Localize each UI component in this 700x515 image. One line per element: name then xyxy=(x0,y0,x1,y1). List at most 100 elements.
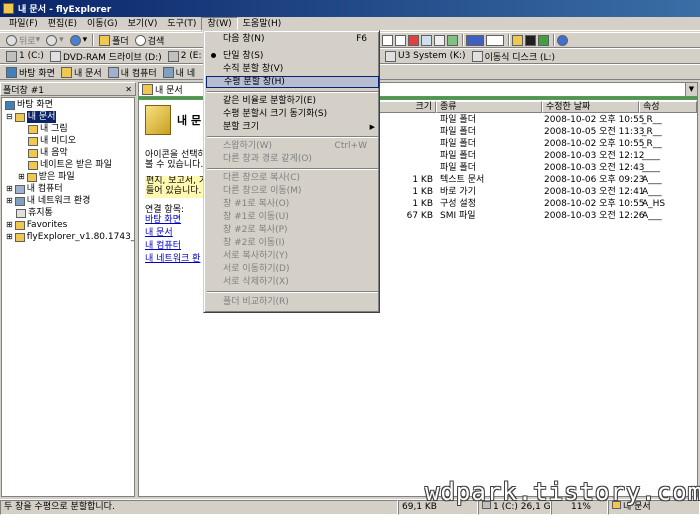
link-desktop[interactable]: 바탕 화면 xyxy=(3,65,58,79)
folder-icon xyxy=(14,220,25,230)
tree-item[interactable]: ⊞ 내 컴퓨터 xyxy=(6,183,63,195)
menu-item-single-window[interactable]: 단일 창(S) xyxy=(206,50,379,62)
table-row[interactable]: 1 KB 바로 가기 2008-10-03 오전 12:41 A___ xyxy=(379,186,697,198)
menu-file[interactable]: 파일(F) xyxy=(4,17,43,31)
menu-go[interactable]: 이동(G) xyxy=(82,17,123,31)
menu-item-delete-each[interactable]: 서로 삭제하기(X) xyxy=(206,276,379,288)
menu-item-vertical-split[interactable]: 수직 분할 창(V) xyxy=(206,63,379,75)
folder-icon xyxy=(26,172,37,182)
related-heading: 연결 항목: xyxy=(145,205,185,215)
menu-tools[interactable]: 도구(T) xyxy=(162,17,201,31)
copy-icon[interactable] xyxy=(382,34,393,46)
desktop-icon xyxy=(5,100,15,110)
tree-item[interactable]: 네이트온 받은 파일 xyxy=(28,159,112,171)
tree-item[interactable]: ⊞ 내 네트워크 환경 xyxy=(6,195,90,207)
cmd-icon[interactable] xyxy=(525,34,536,46)
menu-item-sync-size[interactable]: 수평 분할시 크기 동기화(S) xyxy=(206,108,379,120)
menu-item-copy-to-other[interactable]: 다른 창으로 복사(C) xyxy=(206,172,379,184)
drive-d[interactable]: DVD-RAM 드라이브 (D:) xyxy=(47,49,165,63)
drive-c[interactable]: 1 (C:) xyxy=(3,49,47,63)
menu-window[interactable]: 창(W) xyxy=(201,16,238,31)
menu-item-copy-to-1[interactable]: 창 #1로 복사(O) xyxy=(206,198,379,210)
up-button[interactable]: ▾ xyxy=(67,33,91,47)
tree-item[interactable]: 휴지통 xyxy=(16,207,53,219)
network-icon[interactable] xyxy=(447,34,458,46)
menu-item-move-each[interactable]: 서로 이동하기(D) xyxy=(206,263,379,275)
menu-item-copy-each[interactable]: 서로 복사하기(Y) xyxy=(206,250,379,262)
tree-item[interactable]: ⊟ 내 문서 xyxy=(6,111,57,123)
tree-item[interactable]: ⊞ Favorites xyxy=(6,219,67,231)
hard-drive-icon xyxy=(167,50,179,62)
menu-separator xyxy=(207,91,378,93)
column-date[interactable]: 수정한 날짜 xyxy=(542,101,639,113)
task-pane-desc: 아이콘을 선택하 xyxy=(145,150,206,160)
table-row[interactable]: 67 KB SMI 파일 2008-10-03 오전 12:26 A___ xyxy=(379,210,697,222)
related-link[interactable]: 내 문서 xyxy=(145,228,173,238)
tree-item[interactable]: 내 그림 xyxy=(28,123,68,135)
new-folder-icon[interactable] xyxy=(512,34,523,46)
menu-separator xyxy=(207,291,378,293)
chevron-down-icon[interactable]: ▼ xyxy=(685,83,697,96)
windows-icon[interactable] xyxy=(538,34,549,46)
menu-item-move-to-1[interactable]: 창 #1로 이동(U) xyxy=(206,211,379,223)
view-mode-icon[interactable] xyxy=(466,34,484,46)
forward-button[interactable]: ▾ xyxy=(43,33,67,47)
table-row[interactable]: 파일 폴더 2008-10-02 오후 10:55 _R__ xyxy=(379,138,697,150)
submenu-arrow-icon: ▶ xyxy=(369,123,375,131)
menu-item-next-window[interactable]: 다음 창(N) F6 xyxy=(206,33,379,45)
column-size[interactable]: 크기 xyxy=(379,101,436,113)
move-icon[interactable] xyxy=(395,34,406,46)
folder-button[interactable]: 폴더 xyxy=(96,33,132,47)
menu-item-split-size[interactable]: 분할 크기 ▶ xyxy=(206,121,379,133)
table-row[interactable]: 파일 폴더 2008-10-03 오전 12:43 ____ xyxy=(379,162,697,174)
link-my-computer[interactable]: 내 컴퓨터 xyxy=(105,65,160,79)
network-icon xyxy=(162,66,174,78)
search-button[interactable]: 검색 xyxy=(132,33,168,47)
dvd-drive-icon xyxy=(49,50,61,62)
tree-item[interactable]: 내 음악 xyxy=(28,147,68,159)
menu-help[interactable]: 도움말(H) xyxy=(238,17,287,31)
delete-icon[interactable] xyxy=(408,34,419,46)
address-value: 내 문서 xyxy=(155,86,183,96)
tree-item[interactable]: ⊞flyExplorer_v1.80.1743_port xyxy=(6,231,134,243)
table-row[interactable]: 파일 폴더 2008-10-03 오전 12:12 ____ xyxy=(379,150,697,162)
menu-item-equal-split[interactable]: 같은 비율로 분할하기(E) xyxy=(206,95,379,107)
related-link[interactable]: 내 네트워크 환 xyxy=(145,254,200,264)
properties-icon[interactable] xyxy=(434,34,445,46)
column-attributes[interactable]: 속성 xyxy=(639,101,697,113)
tree-item[interactable]: 바탕 화면 xyxy=(5,99,53,111)
table-row[interactable]: 1 KB 텍스트 문서 2008-10-06 오후 09:23 A___ xyxy=(379,174,697,186)
table-row[interactable]: 파일 폴더 2008-10-05 오전 11:33 _R__ xyxy=(379,126,697,138)
link-my-documents[interactable]: 내 문서 xyxy=(58,65,105,79)
tree-item[interactable]: 내 비디오 xyxy=(28,135,76,147)
undo-icon[interactable] xyxy=(421,34,432,46)
column-type[interactable]: 종류 xyxy=(436,101,542,113)
menu-item-move-to-other[interactable]: 다른 창으로 이동(M) xyxy=(206,185,379,197)
menu-separator xyxy=(207,136,378,138)
menu-item-same-path[interactable]: 다른 창과 경로 같게(O) xyxy=(206,153,379,165)
search-icon xyxy=(134,34,146,46)
info-icon[interactable] xyxy=(557,34,568,46)
related-link[interactable]: 내 컴퓨터 xyxy=(145,241,181,251)
drive-l[interactable]: 이동식 디스크 (L:) xyxy=(469,49,558,63)
menu-item-swap[interactable]: 스왑하기(W) Ctrl+W xyxy=(206,140,379,152)
table-row[interactable]: 파일 폴더 2008-10-02 오후 10:55 _R__ xyxy=(379,114,697,126)
menu-view[interactable]: 보기(V) xyxy=(123,17,163,31)
tree-item[interactable]: ⊞ 받은 파일 xyxy=(18,171,75,183)
menu-edit[interactable]: 편집(E) xyxy=(43,17,82,31)
folder-icon xyxy=(28,148,38,158)
close-icon[interactable]: ✕ xyxy=(125,85,132,94)
menu-item-compare-folders[interactable]: 폴더 비교하기(R) xyxy=(206,296,379,308)
menu-item-horizontal-split[interactable]: 수평 분할 창(H) xyxy=(206,76,379,88)
forward-arrow-icon xyxy=(46,34,58,46)
computer-icon xyxy=(14,184,25,194)
menu-item-copy-to-2[interactable]: 창 #2로 복사(P) xyxy=(206,224,379,236)
drive-e[interactable]: 2 (E: xyxy=(165,49,205,63)
table-row[interactable]: 1 KB 구성 설정 2008-10-02 오후 10:55 A_HS xyxy=(379,198,697,210)
link-my-network[interactable]: 내 네 xyxy=(160,65,198,79)
drive-k[interactable]: U3 System (K:) xyxy=(382,49,469,63)
menu-item-move-to-2[interactable]: 창 #2로 이동(I) xyxy=(206,237,379,249)
related-link[interactable]: 바탕 화면 xyxy=(145,215,181,225)
list-view-icon[interactable] xyxy=(486,34,504,46)
back-button[interactable]: 뒤로 ▾ xyxy=(3,33,43,47)
